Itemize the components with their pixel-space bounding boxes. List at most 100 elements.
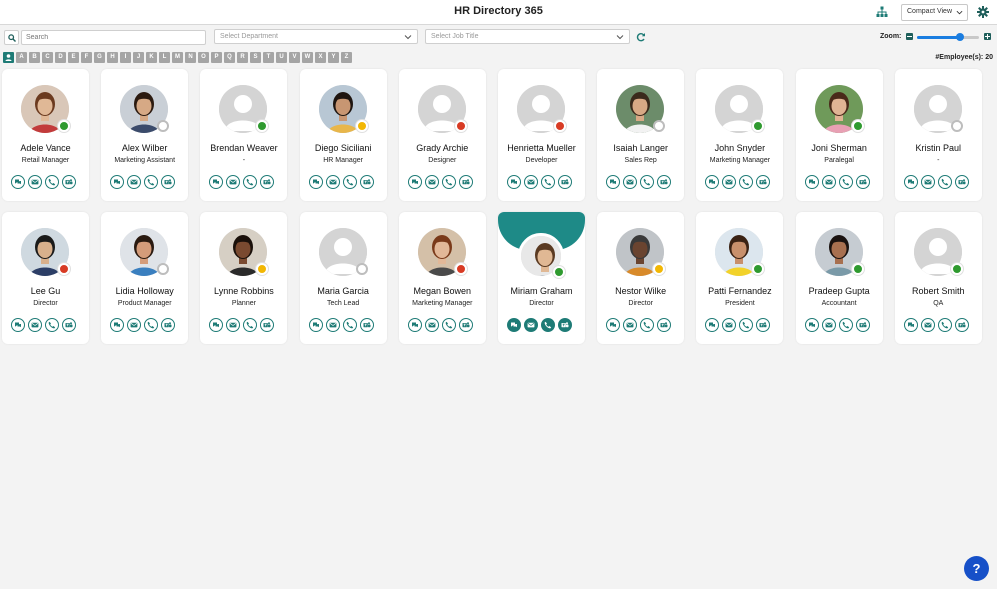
view-mode-select[interactable]: Compact View: [901, 4, 968, 21]
avatar[interactable]: [814, 85, 864, 133]
employee-card[interactable]: Miriam Graham Director: [498, 212, 585, 344]
mail-button[interactable]: [424, 318, 439, 332]
mail-button[interactable]: [821, 175, 836, 189]
letter-filter-s[interactable]: S: [250, 52, 261, 63]
employee-name[interactable]: Patti Fernandez: [696, 286, 783, 296]
employee-card[interactable]: Isaiah Langer Sales Rep: [597, 69, 685, 201]
chat-button[interactable]: [705, 175, 720, 189]
avatar[interactable]: [518, 233, 565, 279]
chat-button[interactable]: [407, 318, 422, 332]
avatar[interactable]: [913, 85, 963, 133]
letter-filter-m[interactable]: M: [172, 52, 183, 63]
employee-name[interactable]: Lidia Holloway: [101, 286, 188, 296]
call-button[interactable]: [838, 175, 853, 189]
chat-button[interactable]: [407, 175, 422, 189]
avatar[interactable]: [715, 85, 765, 133]
teams-button[interactable]: [359, 318, 374, 332]
mail-button[interactable]: [226, 318, 241, 332]
mail-button[interactable]: [722, 175, 737, 189]
employee-name[interactable]: Henrietta Mueller: [498, 143, 585, 153]
employee-name[interactable]: Isaiah Langer: [597, 143, 684, 153]
chat-button[interactable]: [11, 318, 25, 332]
call-button[interactable]: [342, 318, 357, 332]
teams-button[interactable]: [260, 175, 275, 189]
zoom-slider-thumb[interactable]: [956, 33, 965, 41]
avatar[interactable]: [913, 228, 963, 276]
employee-card[interactable]: Adele Vance Retail Manager: [2, 69, 89, 201]
letter-filter-v[interactable]: V: [289, 52, 300, 63]
zoom-out-button[interactable]: [906, 33, 913, 40]
call-button[interactable]: [937, 175, 952, 189]
call-button[interactable]: [243, 175, 258, 189]
call-button[interactable]: [739, 318, 754, 332]
employee-name[interactable]: Lee Gu: [2, 286, 89, 296]
call-button[interactable]: [441, 175, 456, 189]
chat-button[interactable]: [110, 175, 125, 189]
employee-name[interactable]: Diego Siciliani: [300, 143, 387, 153]
employee-name[interactable]: Alex Wilber: [101, 143, 188, 153]
chat-button[interactable]: [507, 318, 521, 332]
call-button[interactable]: [144, 175, 159, 189]
chat-button[interactable]: [705, 318, 720, 332]
chat-button[interactable]: [507, 175, 521, 189]
call-button[interactable]: [144, 318, 159, 332]
mail-button[interactable]: [28, 318, 42, 332]
letter-filter-t[interactable]: T: [263, 52, 274, 63]
teams-button[interactable]: [161, 175, 176, 189]
call-button[interactable]: [45, 175, 59, 189]
employee-name[interactable]: Lynne Robbins: [200, 286, 287, 296]
letter-filter-a[interactable]: A: [16, 52, 27, 63]
mail-button[interactable]: [127, 318, 142, 332]
teams-button[interactable]: [954, 175, 969, 189]
employee-card[interactable]: Robert Smith QA: [894, 212, 982, 344]
letter-filter-l[interactable]: L: [159, 52, 170, 63]
chat-button[interactable]: [606, 318, 621, 332]
avatar[interactable]: [616, 228, 666, 276]
letter-filter-w[interactable]: W: [302, 52, 313, 63]
letter-filter-k[interactable]: K: [146, 52, 157, 63]
employee-card[interactable]: Nestor Wilke Director: [597, 212, 685, 344]
letter-filter-i[interactable]: I: [120, 52, 131, 63]
teams-button[interactable]: [855, 318, 870, 332]
teams-button[interactable]: [756, 318, 771, 332]
teams-button[interactable]: [161, 318, 176, 332]
avatar[interactable]: [318, 85, 368, 133]
chat-button[interactable]: [110, 318, 125, 332]
letter-filter-u[interactable]: U: [276, 52, 287, 63]
teams-button[interactable]: [260, 318, 275, 332]
chat-button[interactable]: [11, 175, 25, 189]
letter-filter-n[interactable]: N: [185, 52, 196, 63]
letter-filter-z[interactable]: Z: [341, 52, 352, 63]
avatar[interactable]: [417, 85, 467, 133]
call-button[interactable]: [441, 318, 456, 332]
employee-card[interactable]: John Snyder Marketing Manager: [696, 69, 784, 201]
employee-card[interactable]: Lidia Holloway Product Manager: [101, 212, 189, 344]
employee-name[interactable]: John Snyder: [696, 143, 783, 153]
teams-button[interactable]: [657, 175, 672, 189]
employee-card[interactable]: Diego Siciliani HR Manager: [299, 69, 387, 201]
zoom-in-button[interactable]: [984, 33, 991, 40]
chat-button[interactable]: [804, 318, 819, 332]
employee-card[interactable]: Megan Bowen Marketing Manager: [398, 212, 486, 344]
teams-button[interactable]: [954, 318, 969, 332]
mail-button[interactable]: [623, 318, 638, 332]
letter-filter-y[interactable]: Y: [328, 52, 339, 63]
employee-card[interactable]: Henrietta Mueller Developer: [498, 69, 585, 201]
chat-button[interactable]: [606, 175, 621, 189]
employee-name[interactable]: Adele Vance: [2, 143, 89, 153]
avatar[interactable]: [715, 228, 765, 276]
letter-filter-d[interactable]: D: [55, 52, 66, 63]
teams-button[interactable]: [558, 175, 572, 189]
gear-icon[interactable]: [977, 6, 989, 18]
letter-filter-b[interactable]: B: [29, 52, 40, 63]
teams-button[interactable]: [458, 175, 473, 189]
letter-filter-c[interactable]: C: [42, 52, 53, 63]
avatar[interactable]: [21, 85, 70, 133]
avatar[interactable]: [417, 228, 467, 276]
letter-filter-e[interactable]: E: [68, 52, 79, 63]
letter-filter-p[interactable]: P: [211, 52, 222, 63]
employee-name[interactable]: Kristin Paul: [895, 143, 982, 153]
mail-button[interactable]: [524, 175, 538, 189]
chat-button[interactable]: [308, 175, 323, 189]
call-button[interactable]: [937, 318, 952, 332]
